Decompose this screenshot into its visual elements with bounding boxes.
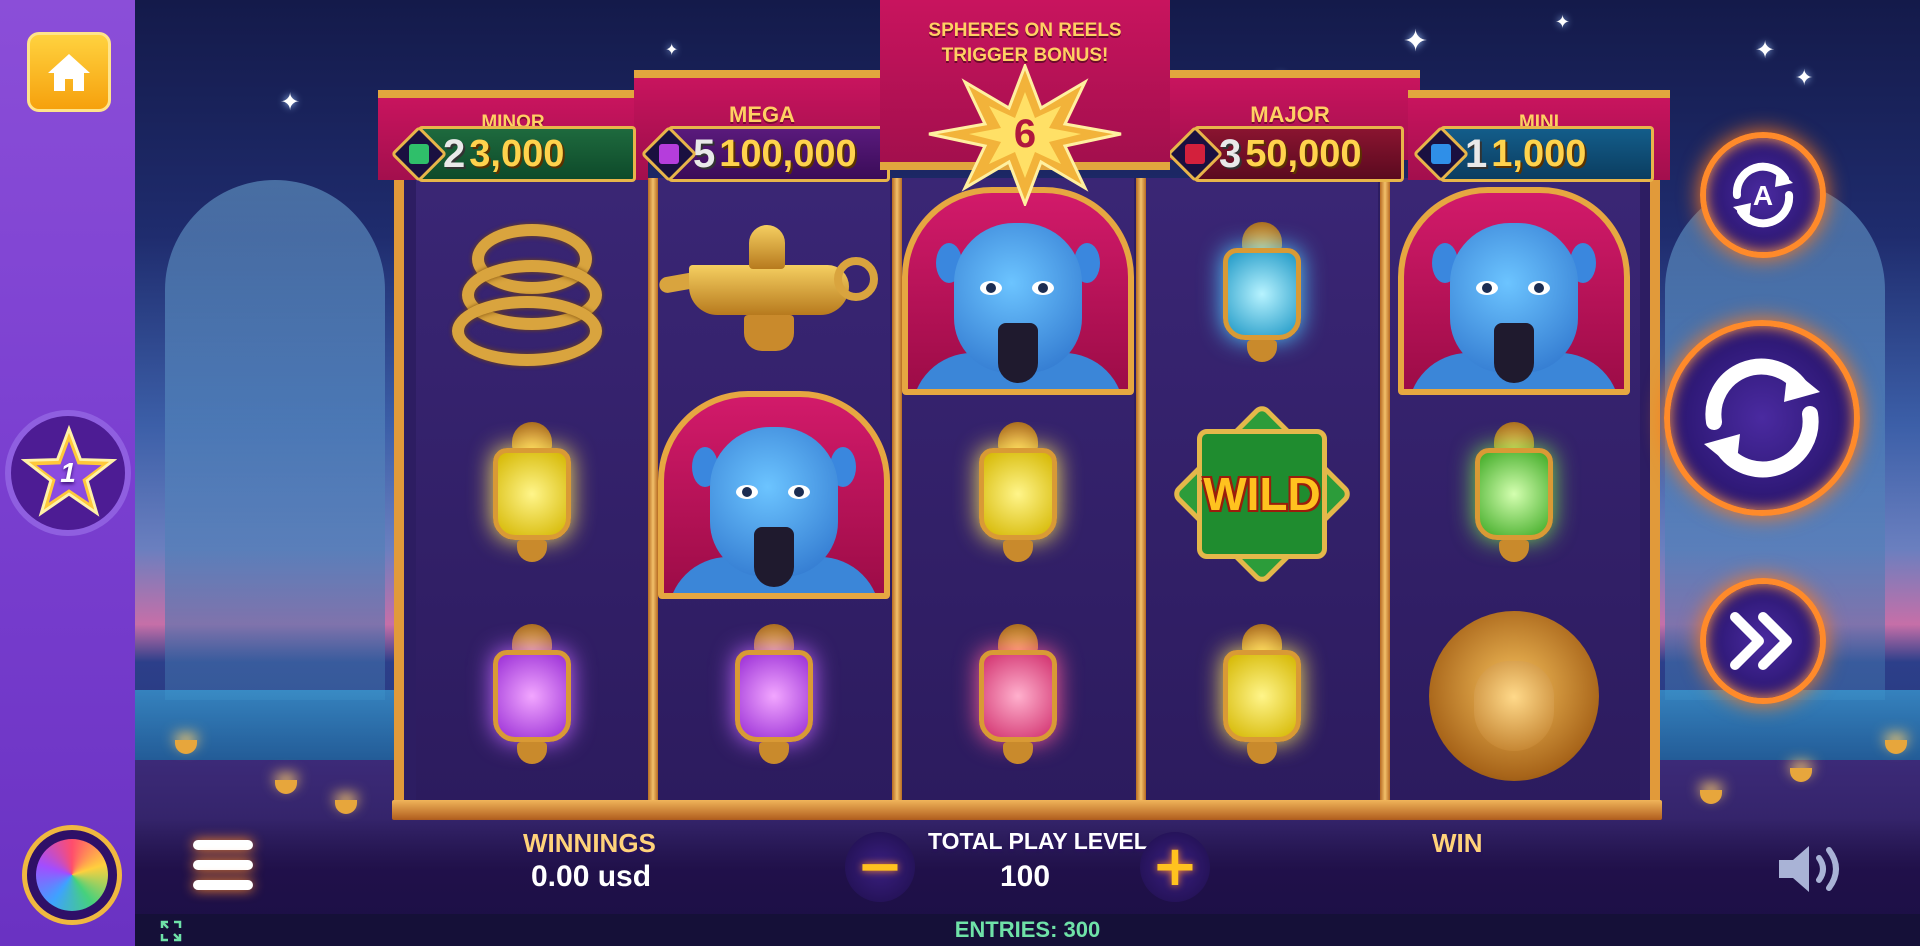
entries-count: ENTRIES: 300 (954, 917, 1101, 942)
reel-divider (648, 178, 658, 808)
increase-play-level-button[interactable]: + (1140, 832, 1210, 902)
magic-lamp-icon (658, 215, 889, 365)
jackpot-mega-title: MEGA (729, 102, 795, 127)
promo-badge[interactable] (22, 825, 122, 925)
reel-symbol-magic-lamp (658, 210, 890, 370)
jackpot-mega-amount: 100,000 (719, 132, 857, 175)
menu-button[interactable] (193, 840, 255, 892)
genie-icon (658, 391, 890, 599)
spheres-count: 6 (1013, 112, 1037, 156)
jackpot-major-plate: 3 50,000 (1166, 125, 1404, 183)
left-sidebar: 1 (0, 0, 135, 946)
reel-symbol-wild: WILD (1146, 402, 1378, 586)
reel-divider (1136, 178, 1146, 808)
turbo-button[interactable] (1700, 578, 1826, 704)
blue-lantern-icon (1219, 222, 1305, 366)
purple-lantern-icon (489, 624, 575, 768)
jackpot-mega-plate: 5 100,000 (640, 125, 890, 183)
wild-icon: WILD (1170, 402, 1354, 586)
reel-symbol-yellow-lantern (902, 414, 1134, 574)
sound-button[interactable] (1775, 838, 1847, 900)
jackpot-mini-count: 1 (1465, 131, 1488, 176)
jackpot-mini-plate: 1 1,000 (1412, 125, 1654, 183)
pink-lantern-icon (975, 624, 1061, 768)
reel-symbol-blue-lantern (1146, 214, 1378, 374)
winnings-value: 0.00 usd (531, 860, 652, 893)
home-icon (48, 54, 90, 91)
purple-lantern-icon (731, 624, 817, 768)
decrease-play-level-button[interactable]: − (845, 832, 915, 902)
yellow-lantern-icon (489, 422, 575, 566)
reel-symbol-golden-snake (442, 210, 622, 380)
reel-3 (902, 178, 1134, 808)
star-icon: ✦ (1555, 12, 1571, 33)
autoplay-letter: A (1753, 180, 1773, 211)
wild-label: WILD (1203, 468, 1321, 520)
player-level-number: 1 (60, 457, 76, 488)
star-icon: ✦ (665, 40, 679, 59)
jackpot-minor-count: 2 (443, 131, 466, 176)
star-icon: ✦ (1403, 24, 1429, 59)
golden-lion-icon (1429, 611, 1599, 781)
reels-base (392, 800, 1662, 820)
play-level-value: 100 (1000, 860, 1051, 893)
plus-icon: + (1151, 834, 1199, 899)
autoplay-icon: A (1732, 162, 1794, 228)
jackpot-mini-amount: 1,000 (1491, 132, 1587, 175)
star-icon: ✦ (1755, 36, 1776, 64)
jackpot-mega-count: 5 (693, 131, 716, 176)
jackpot-minor-plate: 2 3,000 (390, 125, 636, 183)
bonus-banner-line1: SPHERES ON REELS (928, 20, 1122, 41)
winnings-label: WINNINGS (523, 828, 656, 858)
reel-divider (892, 178, 902, 808)
reel-symbol-genie (902, 186, 1134, 396)
win-label: WIN (1432, 828, 1483, 858)
play-level-label: TOTAL PLAY LEVEL (928, 828, 1148, 854)
reel-5 (1390, 178, 1640, 808)
genie-icon (902, 187, 1134, 395)
jackpot-major-amount: 50,000 (1245, 132, 1362, 175)
green-lantern-icon (1471, 422, 1557, 566)
spin-button[interactable] (1664, 320, 1860, 516)
palace-arch (165, 180, 385, 700)
reel-4: WILD (1146, 178, 1378, 808)
entries-bar: ENTRIES: 300 (135, 914, 1920, 946)
minus-icon: − (856, 834, 904, 899)
reel-symbol-green-lantern (1398, 414, 1630, 574)
yellow-lantern-icon (975, 422, 1061, 566)
jackpot-minor-amount: 3,000 (469, 132, 565, 175)
fullscreen-button[interactable] (160, 920, 182, 942)
reel-2 (658, 178, 890, 808)
jackpot-major-title: MAJOR (1250, 102, 1330, 127)
fast-forward-icon (1730, 612, 1792, 670)
golden-snake-icon (442, 210, 622, 380)
reels-grid[interactable]: WILD (394, 178, 1660, 808)
reel-symbol-pink-lantern (902, 616, 1134, 776)
genie-icon (1398, 187, 1630, 395)
reel-symbol-yellow-lantern (416, 414, 648, 574)
spin-icon (1704, 358, 1820, 478)
reel-symbol-genie (658, 390, 890, 600)
reel-symbol-purple-lantern (416, 616, 648, 776)
autoplay-button[interactable]: A (1700, 132, 1826, 258)
star-icon: ✦ (1795, 66, 1814, 91)
jackpot-major-count: 3 (1219, 131, 1242, 176)
reel-symbol-purple-lantern (658, 616, 890, 776)
reel-1 (416, 178, 648, 808)
promo-wheel-icon (36, 839, 108, 911)
player-level-badge[interactable]: 1 (5, 410, 131, 536)
star-icon: ✦ (280, 88, 301, 116)
fullscreen-icon (160, 920, 182, 942)
reel-divider (1380, 178, 1390, 808)
home-button[interactable] (27, 32, 111, 112)
reel-symbol-golden-lion (1398, 606, 1630, 786)
speaker-icon (1779, 846, 1839, 892)
yellow-lantern-icon (1219, 624, 1305, 768)
reel-symbol-genie (1398, 186, 1630, 396)
reel-symbol-yellow-lantern (1146, 616, 1378, 776)
